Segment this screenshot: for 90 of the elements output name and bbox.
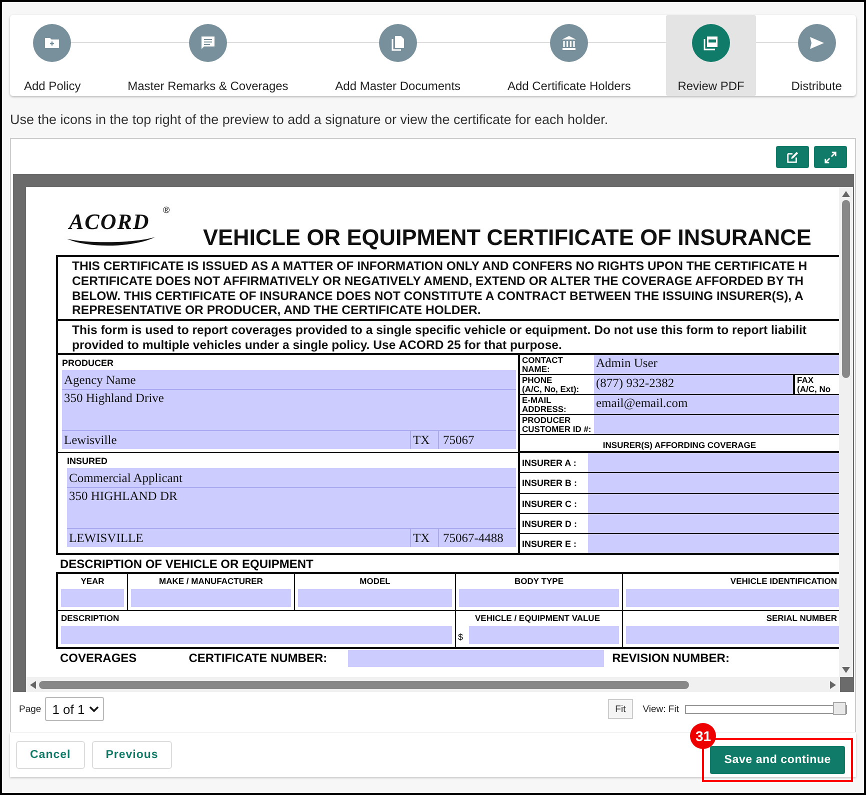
logo-text: ACORD [69, 209, 150, 235]
form-field[interactable] [348, 650, 604, 667]
form-field[interactable]: 75067-4488 [438, 529, 516, 548]
section-heading: COVERAGES [60, 651, 137, 666]
send-icon [798, 24, 836, 62]
form-field[interactable]: Agency Name [62, 370, 516, 390]
field-label: REVISION NUMBER: [612, 651, 730, 666]
field-label: E-MAIL ADDRESS: [521, 395, 568, 414]
form-field[interactable] [61, 626, 452, 644]
column-label: YEAR [80, 575, 106, 588]
form-field[interactable]: LEWISVILLE [67, 529, 410, 548]
form-field[interactable] [131, 589, 291, 608]
page-select[interactable]: 1 of 1 [45, 697, 104, 721]
field-label: INSURER E : [521, 538, 578, 551]
field-label: PRODUCER CUSTOMER ID #: [521, 415, 592, 434]
column-label: DESCRIPTION [61, 612, 120, 626]
form-field[interactable]: TX [410, 529, 438, 548]
logo-swoosh-icon [65, 237, 157, 248]
scroll-left-icon[interactable] [30, 680, 36, 688]
producer-label: PRODUCER [62, 357, 115, 370]
form-field[interactable] [588, 453, 839, 472]
cancel-button[interactable]: Cancel [16, 741, 85, 769]
form-field[interactable]: (877) 932-2382 [594, 375, 793, 394]
form-field[interactable] [459, 589, 619, 608]
scrollbar-thumb[interactable] [39, 680, 689, 688]
form-field[interactable] [588, 514, 839, 533]
form-field[interactable] [626, 626, 839, 644]
step-tab[interactable]: Review PDF [666, 15, 756, 96]
form-field[interactable]: 350 Highland Drive [62, 390, 516, 430]
field-label: INSURER C : [521, 498, 578, 511]
scroll-down-icon[interactable] [842, 667, 850, 673]
page-label: Page [19, 704, 42, 714]
previous-button[interactable]: Previous [92, 741, 172, 769]
step-tab[interactable]: Master Remarks & Coverages [116, 15, 300, 96]
column-label: MODEL [358, 575, 392, 588]
column-label: VEHICLE IDENTIFICATION [729, 575, 838, 588]
column-label: SERIAL NUMBER [765, 612, 838, 626]
chevron-down-icon [88, 706, 99, 712]
currency-sign: $ [457, 632, 464, 644]
form-field[interactable] [588, 534, 839, 554]
field-label: INSURER A : [521, 457, 578, 470]
form-field[interactable] [61, 589, 124, 608]
step-tab[interactable]: Add Master Documents [323, 15, 473, 96]
form-field[interactable] [594, 415, 839, 434]
field-label: CERTIFICATE NUMBER: [188, 651, 328, 666]
comment-icon [188, 24, 227, 62]
field-label: PHONE (A/C, No, Ext): [521, 375, 580, 394]
zoom-slider[interactable] [685, 704, 847, 714]
form-field[interactable]: Admin User [594, 355, 839, 374]
field-label: INSURER D : [521, 518, 578, 531]
form-field[interactable] [298, 589, 452, 608]
scroll-right-icon[interactable] [830, 680, 836, 688]
step-tab[interactable]: Distribute [779, 15, 854, 96]
fit-button[interactable]: Fit [608, 699, 633, 719]
step-tab[interactable]: Add Certificate Holders [495, 15, 643, 96]
form-field[interactable]: 75067 [438, 431, 516, 450]
form-field[interactable] [588, 494, 839, 513]
document-icon [378, 24, 417, 62]
column-label: MAKE / MANUFACTURER [158, 575, 264, 588]
view-label: View: Fit [642, 704, 679, 714]
expand-icon[interactable] [814, 146, 847, 168]
form-field[interactable]: 350 HIGHLAND DR [67, 488, 516, 528]
registered-mark: ® [163, 205, 170, 215]
form-field[interactable]: Commercial Applicant [67, 468, 516, 488]
section-heading: INSURER(S) AFFORDING COVERAGE [520, 435, 839, 452]
column-label: VEHICLE / EQUIPMENT VALUE [474, 612, 601, 626]
form-field[interactable]: email@email.com [594, 395, 839, 414]
horizontal-scrollbar[interactable] [26, 677, 840, 692]
form-field[interactable] [469, 626, 619, 644]
insured-label: INSURED [67, 455, 109, 468]
bank-icon [550, 24, 588, 62]
vertical-scrollbar[interactable] [839, 187, 853, 677]
column-label: BODY TYPE [514, 575, 564, 588]
pdf-icon [692, 24, 730, 62]
slider-thumb[interactable] [833, 702, 846, 714]
folder-icon [33, 24, 72, 62]
form-field[interactable]: Lewisville [62, 431, 410, 450]
scrollbar-thumb[interactable] [842, 200, 850, 378]
save-and-continue-button[interactable]: Save and continue [710, 746, 845, 774]
disclaimer-text: THIS CERTIFICATE IS ISSUED AS A MATTER OF INFORMATION ONLY AND CONFERS NO RIGHTS UPON THE CERTIFICATE H CERTIFICATE DOES NOT AFFIRMATIVELY OR NEGATIVELY AMEND, EXTEND OR ALTER THE COVERAGE AFFORDED BY TH BELOW. THIS CERTIFICATE OF INSURANCE DOES NOT CONSTITUTE A CONTRACT BETWEEN THE ISSUING INSURER(S), A REPRESENTATIVE OR PRODUCER, AND THE CERTIFICATE HOLDER. [58, 257, 839, 322]
form-field[interactable] [626, 589, 839, 608]
scroll-up-icon[interactable] [842, 191, 850, 197]
field-label: CONTACT NAME: [521, 355, 564, 374]
edit-icon[interactable] [776, 146, 809, 168]
form-title: VEHICLE OR EQUIPMENT CERTIFICATE OF INSURANCE [203, 225, 812, 251]
form-field[interactable] [588, 473, 839, 493]
field-label: INSURER B : [521, 477, 578, 490]
form-field[interactable]: TX [410, 431, 438, 450]
step-tab[interactable]: Add Policy [12, 15, 93, 96]
instruction-text: Use the icons in the top right of the preview to add a signature or view the certificate for each holder. [10, 111, 610, 128]
